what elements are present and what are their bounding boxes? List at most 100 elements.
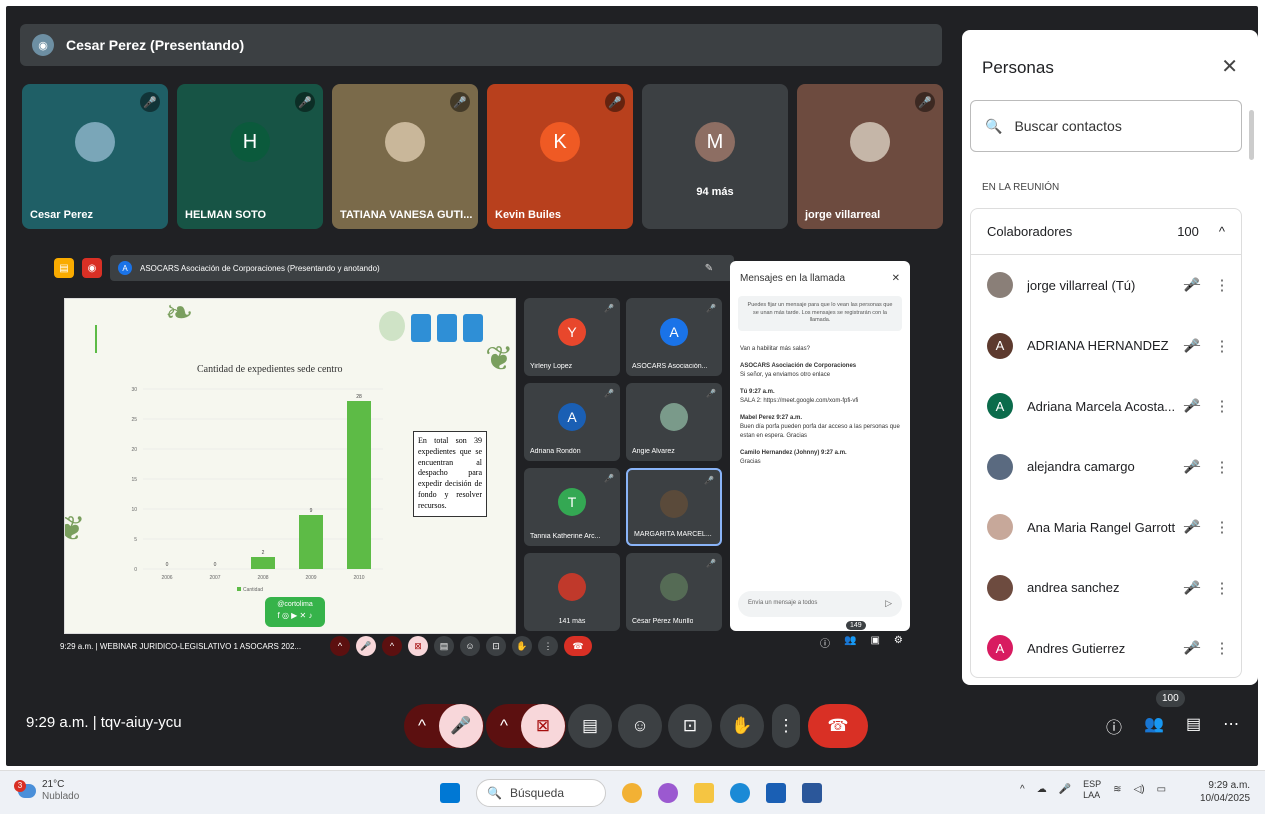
legend-swatch [237,587,241,591]
chevron-up-icon[interactable]: ^ [1020,784,1025,795]
activities-icon[interactable]: ⋯ [1223,714,1239,738]
clock[interactable]: 9:29 a.m. 10/04/2025 [1200,779,1250,805]
widgets-icon[interactable] [622,783,642,803]
person-row[interactable]: andrea sanchez 🎤 ⋮ [971,558,1241,619]
mini-participant-tile[interactable]: 141 más [524,553,620,631]
more-options-icon[interactable]: ⋮ [1207,458,1237,476]
search-input[interactable]: 🔍 Buscar contactos [970,100,1242,152]
mini-participant-tile[interactable]: 🎤 A ASOCARS Asociación... [626,298,722,376]
mic-off-icon: 🎤 [604,474,614,483]
language-indicator[interactable]: ESP LAA [1083,779,1101,801]
mini-participant-tile[interactable]: 🎤 Y Yirleny Lopez [524,298,620,376]
record-icon[interactable]: ◉ [82,258,102,278]
person-row[interactable]: A ADRIANA HERNANDEZ 🎤 ⋮ [971,316,1241,377]
taskbar-search[interactable]: 🔍 Búsqueda [476,779,606,807]
collaborators-header[interactable]: Colaboradores 100 ^ [971,209,1241,255]
person-row[interactable]: jorge villarreal (Tú) 🎤 ⋮ [971,255,1241,316]
mini-participant-tile[interactable]: 🎤 T Tannia Katherine Arc... [524,468,620,546]
participant-tile[interactable]: M 94 más [642,84,788,229]
avatar [558,573,586,601]
pen-icon[interactable]: ✎ [699,258,719,278]
chat-close-icon[interactable]: ✕ [892,273,900,284]
leaf-decoration-icon: ❧ [165,298,194,332]
mic-options-icon[interactable]: ^ [405,716,439,736]
person-row[interactable]: A Andres Gutierrez 🎤 ⋮ [971,618,1241,679]
camera-off-button[interactable]: ⊠ [408,636,428,656]
more-options-button[interactable]: ⋮ [538,636,558,656]
participant-tile[interactable]: 🎤 TATIANA VANESA GUTI... [332,84,478,229]
participant-tile[interactable]: 🎤 K Kevin Builes [487,84,633,229]
chat-input[interactable]: Envía un mensaje a todos ▷ [738,591,902,617]
meeting-details-icon[interactable]: ⓘ [1106,714,1122,738]
leave-call-button[interactable]: ☎ [808,704,868,748]
activities-icon[interactable]: ⚙ [894,635,903,650]
copilot-icon[interactable] [658,783,678,803]
more-options-icon[interactable]: ⋮ [1207,518,1237,536]
volume-icon[interactable]: ◁) [1134,784,1145,795]
edge-browser-icon[interactable] [730,783,750,803]
windows-start-icon[interactable] [440,783,460,803]
mini-participant-tile[interactable]: 🎤 A Adriana Rondón [524,383,620,461]
taskbar-search-label: Búsqueda [509,786,564,800]
slide: ❦ ❧ ❦ Cantidad de expedientes sede centr… [64,298,516,634]
mic-off-icon: 🎤 [706,304,716,313]
more-options-icon[interactable]: ⋮ [1207,579,1237,597]
participant-tile[interactable]: 🎤 jorge villarreal [797,84,943,229]
person-row[interactable]: A Adriana Marcela Acosta... 🎤 ⋮ [971,376,1241,437]
wifi-icon[interactable]: ≋ [1113,784,1121,795]
participant-tile[interactable]: 🎤 Cesar Perez [22,84,168,229]
chat-sender: Tú 9:27 a.m. [740,389,775,396]
weather-widget[interactable]: 3 21°C Nublado [14,779,79,803]
present-screen-button[interactable]: ⊡ [668,704,712,748]
language-line1: ESP [1083,779,1102,789]
more-options-icon[interactable]: ⋮ [1207,337,1237,355]
mic-off-button[interactable]: 🎤 [439,704,483,748]
raise-hand-button[interactable]: ✋ [512,636,532,656]
info-icon[interactable]: ⓘ [820,635,830,650]
bottom-control-bar: 9:29 a.m. | tqv-aiuy-ycu ^ 🎤 ^ ⊠ ▤ ☺ ⊡ ✋… [6,696,1258,756]
mic-off-button[interactable]: 🎤 [356,636,376,656]
mini-participant-tile[interactable]: 🎤 Angie Alvarez [626,383,722,461]
scrollbar[interactable] [1249,110,1254,160]
camera-options-icon[interactable]: ^ [487,716,521,736]
people-icon[interactable]: 👥 [1144,714,1164,738]
emoji-button[interactable]: ☺ [460,636,480,656]
chevron-up-icon[interactable]: ^ [1219,224,1225,239]
captions-button[interactable]: ▤ [568,704,612,748]
avatar [987,272,1013,299]
participant-tile[interactable]: 🎤 H HELMAN SOTO [177,84,323,229]
app-root: ◉ Cesar Perez (Presentando) 🎤 Cesar Perez… [0,0,1265,814]
more-options-icon[interactable]: ⋮ [1207,276,1237,294]
close-icon[interactable]: ✕ [1221,54,1238,79]
more-options-icon[interactable]: ⋮ [1207,397,1237,415]
more-options-icon[interactable]: ⋮ [1207,639,1237,657]
mini-participant-tile[interactable]: 🎤 MARGARITA MARCEL... [626,468,722,546]
camera-options-button[interactable]: ^ [382,636,402,656]
battery-icon[interactable]: ▭ [1157,784,1166,795]
present-button[interactable]: ⊡ [486,636,506,656]
emoji-button[interactable]: ☺ [618,704,662,748]
chat-icon[interactable]: ▤ [1186,714,1201,738]
leave-call-button[interactable]: ☎ [564,636,592,656]
person-row[interactable]: alejandra camargo 🎤 ⋮ [971,437,1241,498]
annotation-icon[interactable]: ▤ [54,258,74,278]
camera-off-button[interactable]: ⊠ [521,704,565,748]
people-icon[interactable]: 👥 [844,635,856,650]
onedrive-icon[interactable]: ☁ [1037,784,1047,795]
mini-participant-tile[interactable]: 🎤 César Pérez Murillo [626,553,722,631]
shield-icon[interactable] [766,783,786,803]
microphone-icon[interactable]: 🎤 [1059,784,1071,795]
mic-off-icon: 🎤 [1183,579,1201,595]
person-row[interactable]: Ana Maria Rangel Garrott 🎤 ⋮ [971,497,1241,558]
captions-button[interactable]: ▤ [434,636,454,656]
word-icon[interactable] [802,783,822,803]
mic-options-button[interactable]: ^ [330,636,350,656]
chat-message: ASOCARS Asociación de Corporaciones Si se… [730,358,910,384]
more-options-button[interactable]: ⋮ [772,704,800,748]
mic-off-icon: 🎤 [704,476,714,485]
send-icon[interactable]: ▷ [885,598,892,609]
raise-hand-button[interactable]: ✋ [720,704,764,748]
participant-name: Cesar Perez [30,209,93,221]
file-explorer-icon[interactable] [694,783,714,803]
chat-icon[interactable]: ▣ [870,635,879,650]
